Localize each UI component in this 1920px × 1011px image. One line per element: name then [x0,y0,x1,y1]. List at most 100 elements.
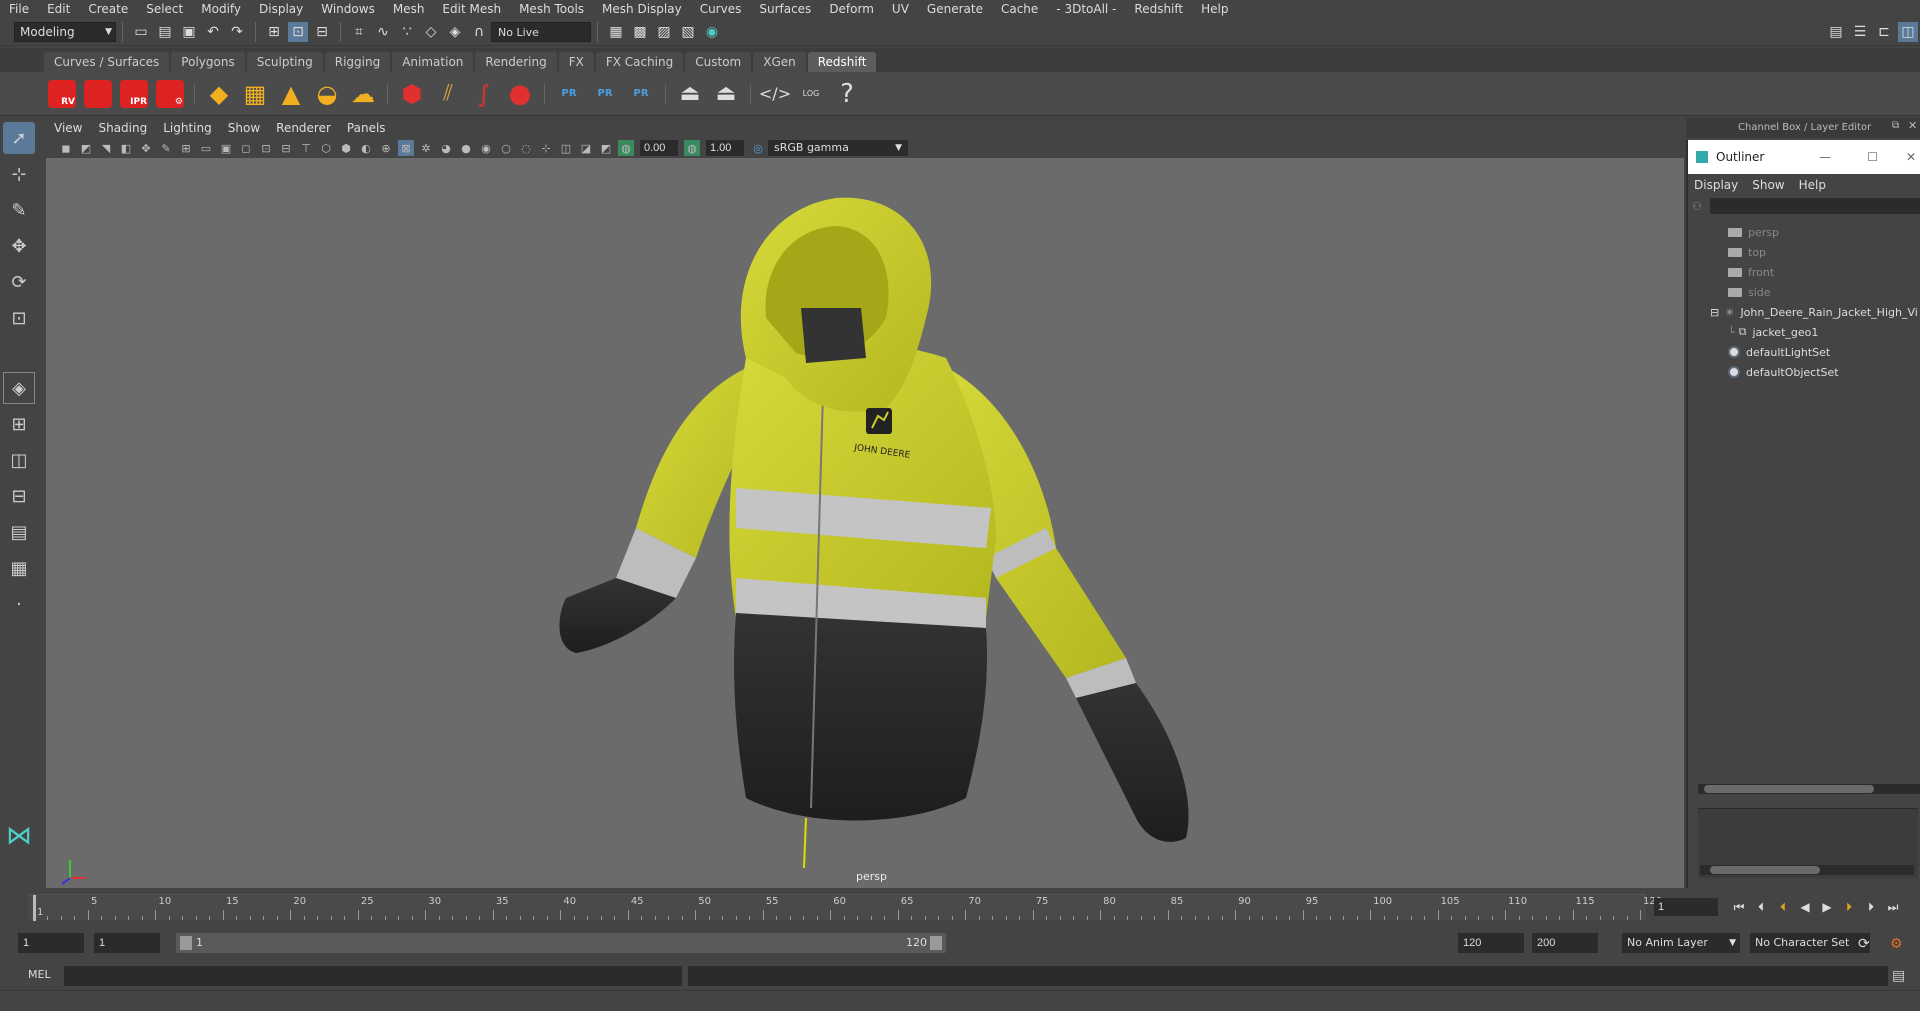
menu-windows[interactable]: Windows [312,2,384,16]
shelf-tab-sculpting[interactable]: Sculpting [246,52,323,72]
scale-tool-icon[interactable]: ⊡ [3,302,35,334]
outliner-item[interactable]: persp [1688,222,1920,242]
use-all-lights-icon[interactable]: ✲ [418,140,434,156]
menu-mesh[interactable]: Mesh [384,2,434,16]
close-icon[interactable]: ✕ [1906,150,1916,164]
outliner-menu-help[interactable]: Help [1799,178,1826,192]
go-to-start-icon[interactable]: ⏮ [1730,898,1748,916]
maximize-icon[interactable]: ☐ [1867,150,1878,164]
two-pane-layout-icon[interactable]: ◫ [3,444,35,476]
close-panel-icon[interactable]: ✕ [1908,119,1917,132]
xray-active-icon[interactable]: ◩ [598,140,614,156]
animation-start-field[interactable] [18,933,84,953]
shelf-tab-animation[interactable]: Animation [392,52,474,72]
viewport-menu-lighting[interactable]: Lighting [155,121,220,135]
image-plane-icon[interactable]: ◧ [118,140,134,156]
default-material-icon[interactable]: ◐ [358,140,374,156]
anim-layer-dropdown[interactable]: No Anim Layer ▼ [1622,933,1740,953]
outliner-item[interactable]: defaultLightSet [1688,342,1920,362]
shelf-tab-redshift[interactable]: Redshift [807,52,877,72]
shelf-tab-custom[interactable]: Custom [685,52,752,72]
move-tool-icon[interactable]: ✥ [3,230,35,262]
hypershade-icon[interactable]: ◉ [702,22,722,42]
shelf-dome-light-button[interactable]: ◒ [310,77,344,111]
redo-icon[interactable]: ↷ [227,22,247,42]
smooth-shade-icon[interactable]: ⬢ [338,140,354,156]
stacked-layout-icon[interactable]: ⊟ [3,480,35,512]
shelf-ipr-button[interactable]: IPR [117,77,151,111]
gamma-field[interactable] [706,140,744,156]
snap-grid-icon[interactable]: ⌗ [349,22,369,42]
save-scene-icon[interactable]: ▣ [179,22,199,42]
depth-of-field-icon[interactable]: ◌ [518,140,534,156]
shelf-tab-polygons[interactable]: Polygons [171,52,245,72]
scroll-thumb[interactable] [1710,866,1820,874]
shelf-area-light-button[interactable]: ◆ [202,77,236,111]
bookmark-icon[interactable]: ◥ [98,140,114,156]
shelf-curve-button[interactable]: ∫ [467,77,501,111]
menu-select[interactable]: Select [137,2,192,16]
go-to-end-icon[interactable]: ⏭ [1884,898,1902,916]
gamma-icon[interactable]: ◍ [684,140,700,156]
shelf-material-button[interactable]: ● [503,77,537,111]
exposure-field[interactable] [640,140,678,156]
render-frame-icon[interactable]: ▩ [630,22,650,42]
menu-edit[interactable]: Edit [38,2,79,16]
outliner-item[interactable]: side [1688,282,1920,302]
safe-action-icon[interactable]: ⊟ [278,140,294,156]
select-tool-icon[interactable]: ➚ [3,122,35,154]
isolate-select-icon[interactable]: ⊹ [538,140,554,156]
secondary-hscroll[interactable] [1700,865,1914,875]
shelf-render-settings-button[interactable]: ⚙ [153,77,187,111]
snap-surface-icon[interactable]: ◈ [445,22,465,42]
snap-view-icon[interactable]: ◇ [421,22,441,42]
outliner-menu-display[interactable]: Display [1694,178,1738,192]
outliner-menu-show[interactable]: Show [1752,178,1784,192]
viewport-menu-shading[interactable]: Shading [90,121,155,135]
outliner-layout-icon[interactable]: ▤ [3,516,35,548]
step-back-icon[interactable]: ⏴ [1752,898,1770,916]
field-chart-icon[interactable]: ⊡ [258,140,274,156]
select-hierarchy-icon[interactable]: ⊞ [264,22,284,42]
shelf-tab-rigging[interactable]: Rigging [324,52,391,72]
shelf-spot-light-button[interactable]: ▲ [274,77,308,111]
menu-file[interactable]: File [0,2,38,16]
menu-mesh-tools[interactable]: Mesh Tools [510,2,593,16]
time-slider-track[interactable]: 1 5 10 15 20 25 30 35 40 45 50 55 60 65 70 75 80 85 90 95 10… [28,894,1662,921]
snap-point-icon[interactable]: ∵ [397,22,417,42]
shelf-hair-button[interactable]: ⫽ [431,77,465,111]
menu-deform[interactable]: Deform [820,2,883,16]
playback-start-field[interactable] [94,933,160,953]
menu-cache[interactable]: Cache [992,2,1047,16]
menu-help[interactable]: Help [1192,2,1237,16]
modeling-toolkit-icon[interactable]: ▤ [1826,22,1846,42]
viewport-menu-view[interactable]: View [46,121,90,135]
grease-pencil-icon[interactable]: ✎ [158,140,174,156]
menu-curves[interactable]: Curves [691,2,751,16]
scroll-thumb[interactable] [1704,785,1874,793]
shelf-sun-sky-button[interactable]: ☁ [346,77,380,111]
shelf-tab-fx-caching[interactable]: FX Caching [595,52,684,72]
menu-generate[interactable]: Generate [918,2,992,16]
auto-key-icon[interactable]: ⟳ [1858,934,1870,954]
current-frame-marker[interactable] [33,895,36,921]
wireframe-on-shaded-icon[interactable]: ⊕ [378,140,394,156]
wireframe-icon[interactable]: ⬡ [318,140,334,156]
shelf-bake-button[interactable]: ⏏ [673,77,707,111]
exposure-icon[interactable]: ◍ [618,140,634,156]
shelf-portal-light-button[interactable]: ▦ [238,77,272,111]
menu-redshift[interactable]: Redshift [1125,2,1192,16]
shelf-script-button[interactable]: </> [758,77,792,111]
view-transform-dropdown[interactable]: sRGB gamma ▼ [768,140,908,156]
viewport-menu-show[interactable]: Show [220,121,268,135]
xray-icon[interactable]: ◫ [558,140,574,156]
shelf-tab-fx[interactable]: FX [558,52,594,72]
script-editor-icon[interactable]: ▤ [1892,968,1905,984]
xray-joints-icon[interactable]: ◪ [578,140,594,156]
viewport-menu-renderer[interactable]: Renderer [268,121,339,135]
float-panel-icon[interactable]: ⧉ [1892,120,1899,131]
gate-mask-icon[interactable]: ◻ [238,140,254,156]
resolution-gate-icon[interactable]: ▣ [218,140,234,156]
grid-icon[interactable]: ⊞ [178,140,194,156]
menu-create[interactable]: Create [79,2,137,16]
